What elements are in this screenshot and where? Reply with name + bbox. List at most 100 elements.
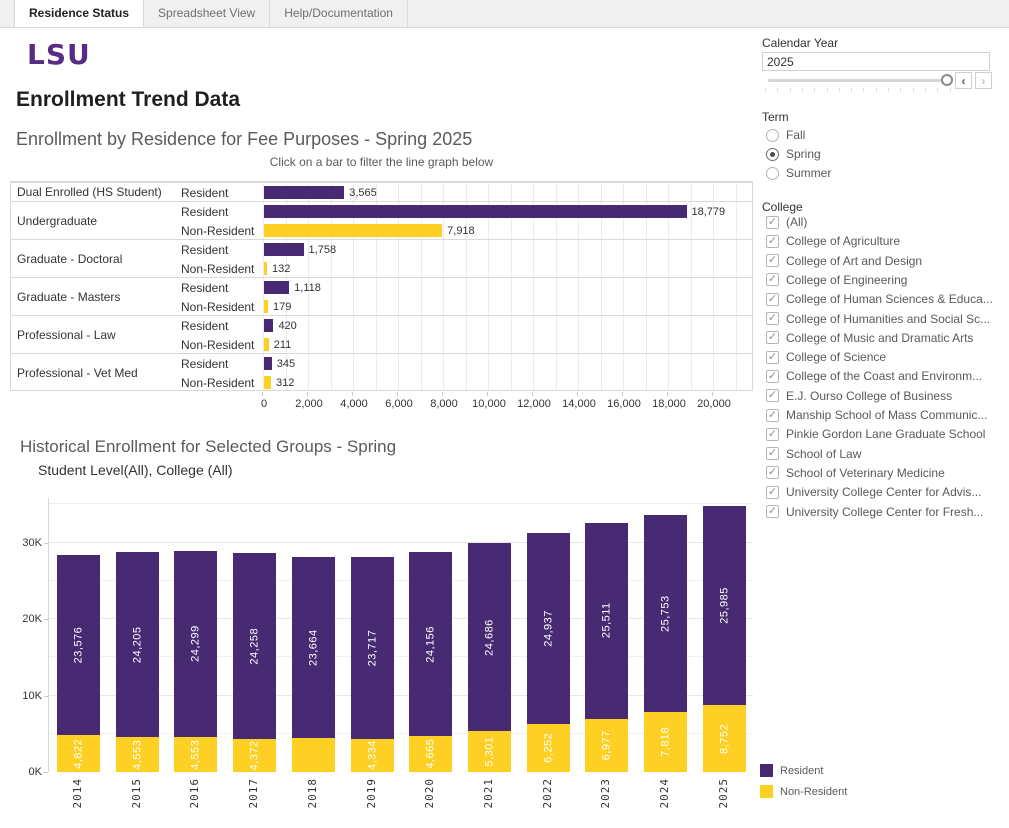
professional-vet-med-non-resident-bar[interactable] [264, 376, 271, 389]
checkbox-icon[interactable]: ✓ [766, 486, 779, 499]
non-resident-segment[interactable]: 4,334 [351, 739, 394, 772]
college-option-college-of-engineering[interactable]: ✓College of Engineering [766, 273, 907, 287]
tab-spreadsheet-view[interactable]: Spreadsheet View [144, 0, 270, 27]
checkbox-icon[interactable]: ✓ [766, 293, 779, 306]
non-resident-segment[interactable]: 4,553 [116, 737, 159, 772]
term-option-summer[interactable]: Summer [766, 166, 831, 180]
college-option-manship-school-of-mass-communic[interactable]: ✓Manship School of Mass Communic... [766, 408, 987, 422]
residence-label: Non-Resident [181, 338, 254, 352]
college-option-college-of-music-and-dramatic-arts[interactable]: ✓College of Music and Dramatic Arts [766, 331, 973, 345]
college-option-college-of-human-sciences-educa[interactable]: ✓College of Human Sciences & Educa... [766, 292, 993, 306]
stacked-bar-2015[interactable]: 4,55324,205 [116, 552, 159, 772]
college-option-college-of-art-and-design[interactable]: ✓College of Art and Design [766, 254, 922, 268]
dual-enrolled-hs-student-resident-bar[interactable] [264, 186, 344, 199]
non-resident-segment[interactable]: 5,301 [468, 731, 511, 772]
graduate-masters-resident-bar[interactable] [264, 281, 289, 294]
stacked-bar-2020[interactable]: 4,66524,156 [409, 552, 452, 772]
non-resident-segment[interactable]: 4,665 [409, 736, 452, 772]
tick-mark [307, 392, 308, 396]
checkbox-icon[interactable]: ✓ [766, 505, 779, 518]
checkbox-icon[interactable]: ✓ [766, 235, 779, 248]
professional-law-resident-bar[interactable] [264, 319, 273, 332]
stacked-bar-2014[interactable]: 4,82223,576 [57, 555, 100, 772]
non-resident-segment[interactable]: 4,822 [57, 735, 100, 772]
term-option-fall[interactable]: Fall [766, 128, 805, 142]
stacked-bar-2023[interactable]: 6,97725,511 [585, 523, 628, 772]
checkbox-icon[interactable]: ✓ [766, 389, 779, 402]
resident-segment[interactable]: 24,205 [116, 552, 159, 737]
resident-segment[interactable]: 25,753 [644, 515, 687, 712]
resident-segment[interactable]: 23,576 [57, 555, 100, 735]
graduate-doctoral-resident-bar[interactable] [264, 243, 304, 256]
college-option-pinkie-gordon-lane-graduate-school[interactable]: ✓Pinkie Gordon Lane Graduate School [766, 427, 985, 441]
resident-segment[interactable]: 24,937 [527, 533, 570, 724]
college-option-college-of-science[interactable]: ✓College of Science [766, 350, 886, 364]
segment-value-label: 25,753 [644, 515, 687, 712]
chevron-left-icon: ‹ [962, 74, 966, 88]
stacked-bar-2016[interactable]: 4,55324,299 [174, 551, 217, 772]
stacked-bar-2024[interactable]: 7,81825,753 [644, 515, 687, 772]
checkbox-icon[interactable]: ✓ [766, 370, 779, 383]
tab-help-documentation[interactable]: Help/Documentation [270, 0, 408, 27]
checkbox-icon[interactable]: ✓ [766, 331, 779, 344]
stacked-bar-2019[interactable]: 4,33423,717 [351, 557, 394, 772]
checkbox-icon[interactable]: ✓ [766, 312, 779, 325]
checkbox-icon[interactable]: ✓ [766, 428, 779, 441]
non-resident-segment[interactable]: 6,977 [585, 719, 628, 772]
calendar-year-input[interactable] [762, 52, 990, 71]
radio-icon[interactable] [766, 167, 779, 180]
stacked-bar-2017[interactable]: 4,37224,258 [233, 553, 276, 772]
checkbox-icon[interactable]: ✓ [766, 216, 779, 229]
stacked-bar-2022[interactable]: 6,25224,937 [527, 533, 570, 772]
previous-year-button[interactable]: ‹ [955, 72, 972, 89]
non-resident-segment[interactable]: 6,252 [527, 724, 570, 772]
checkbox-icon[interactable]: ✓ [766, 254, 779, 267]
college-option-all[interactable]: ✓(All) [766, 215, 807, 229]
resident-segment[interactable]: 24,156 [409, 552, 452, 737]
resident-segment[interactable]: 25,985 [703, 506, 746, 705]
calendar-year-slider-handle[interactable] [941, 74, 953, 86]
college-option-school-of-law[interactable]: ✓School of Law [766, 447, 861, 461]
professional-law-non-resident-bar[interactable] [264, 338, 269, 351]
resident-segment[interactable]: 23,664 [292, 557, 335, 738]
tab-residence-status[interactable]: Residence Status [14, 0, 144, 27]
radio-icon[interactable] [766, 129, 779, 142]
non-resident-segment[interactable]: 7,818 [644, 712, 687, 772]
radio-icon[interactable] [766, 148, 779, 161]
checkbox-icon[interactable]: ✓ [766, 273, 779, 286]
resident-segment[interactable]: 25,511 [585, 523, 628, 718]
graduate-doctoral-non-resident-bar[interactable] [264, 262, 267, 275]
next-year-button[interactable]: › [975, 72, 992, 89]
undergraduate-resident-bar[interactable] [264, 205, 687, 218]
college-option-college-of-agriculture[interactable]: ✓College of Agriculture [766, 234, 900, 248]
professional-vet-med-resident-bar[interactable] [264, 357, 272, 370]
college-option-school-of-veterinary-medicine[interactable]: ✓School of Veterinary Medicine [766, 466, 945, 480]
resident-segment[interactable]: 24,258 [233, 553, 276, 739]
stacked-bar-2021[interactable]: 5,30124,686 [468, 543, 511, 772]
non-resident-segment[interactable]: 4,372 [233, 739, 276, 772]
non-resident-segment[interactable]: 8,752 [703, 705, 746, 772]
checkbox-icon[interactable]: ✓ [766, 351, 779, 364]
non-resident-segment[interactable] [292, 738, 335, 772]
graduate-masters-non-resident-bar[interactable] [264, 300, 268, 313]
college-option-college-of-the-coast-and-environm[interactable]: ✓College of the Coast and Environm... [766, 369, 982, 383]
checkbox-icon[interactable]: ✓ [766, 447, 779, 460]
college-option-college-of-humanities-and-social-sc[interactable]: ✓College of Humanities and Social Sc... [766, 312, 990, 326]
college-option-university-college-center-for-fresh[interactable]: ✓University College Center for Fresh... [766, 505, 983, 519]
resident-segment[interactable]: 23,717 [351, 557, 394, 738]
checkbox-icon[interactable]: ✓ [766, 409, 779, 422]
undergraduate-non-resident-bar[interactable] [264, 224, 442, 237]
legend-item-resident: Resident [760, 764, 823, 777]
calendar-year-slider-track[interactable] [768, 79, 946, 82]
stacked-bar-2018[interactable]: 23,664 [292, 557, 335, 772]
college-option-e-j-ourso-college-of-business[interactable]: ✓E.J. Ourso College of Business [766, 389, 952, 403]
x-tick-label: 6,000 [385, 398, 413, 410]
checkbox-icon[interactable]: ✓ [766, 466, 779, 479]
college-option-university-college-center-for-advis[interactable]: ✓University College Center for Advis... [766, 485, 981, 499]
stacked-bar-2025[interactable]: 8,75225,985 [703, 506, 746, 772]
resident-segment[interactable]: 24,686 [468, 543, 511, 732]
non-resident-segment[interactable]: 4,553 [174, 737, 217, 772]
term-option-spring[interactable]: Spring [766, 147, 821, 161]
segment-value-label: 4,665 [409, 736, 452, 772]
resident-segment[interactable]: 24,299 [174, 551, 217, 737]
